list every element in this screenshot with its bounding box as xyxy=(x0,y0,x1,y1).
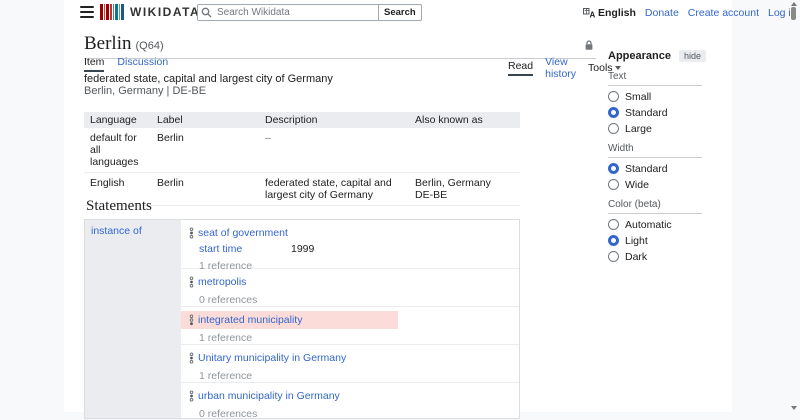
cell-description: federated state, capital and largest cit… xyxy=(259,173,409,206)
language-selector[interactable]: A English xyxy=(583,7,636,19)
references-toggle[interactable]: 0 references xyxy=(199,294,519,306)
statement-row: urban municipality in Germany 0 referenc… xyxy=(181,383,519,420)
property-column: instance of xyxy=(85,220,181,418)
radio-color-dark[interactable]: Dark xyxy=(608,251,702,262)
radio-icon-selected[interactable] xyxy=(608,235,619,246)
wikidata-logo-barcode-icon xyxy=(100,4,125,20)
alias-line: Berlin, Germany xyxy=(415,177,514,189)
statement-row-deprecated: integrated municipality 1 reference xyxy=(181,307,519,345)
appearance-panel: Appearance hide Text Small Standard Larg… xyxy=(608,50,702,262)
statement-value-link[interactable]: metropolis xyxy=(198,276,246,288)
appearance-hide-button[interactable]: hide xyxy=(679,50,706,62)
property-link[interactable]: instance of xyxy=(91,225,142,237)
cell-aliases xyxy=(409,128,520,173)
column-header-language: Language xyxy=(84,112,151,128)
scrollbar-thumb[interactable] xyxy=(791,7,796,20)
table-row: default for all languages Berlin – xyxy=(84,128,520,173)
radio-icon[interactable] xyxy=(608,219,619,230)
statement-row: seat of government start time1999 1 refe… xyxy=(181,220,519,269)
rank-selector-icon[interactable] xyxy=(188,276,195,288)
cell-description: – xyxy=(259,128,409,173)
entity-description: federated state, capital and largest cit… xyxy=(84,73,333,85)
tab-read[interactable]: Read xyxy=(508,60,533,76)
radio-icon[interactable] xyxy=(608,91,619,102)
radio-icon-selected[interactable] xyxy=(608,107,619,118)
radio-icon[interactable] xyxy=(608,179,619,190)
statement-row: metropolis 0 references xyxy=(181,269,519,307)
rank-selector-icon[interactable] xyxy=(188,352,195,364)
claims-column: seat of government start time1999 1 refe… xyxy=(181,220,519,418)
cell-label: Berlin xyxy=(151,173,259,206)
statement-value-link[interactable]: Unitary municipality in Germany xyxy=(198,352,346,364)
radio-width-standard[interactable]: Standard xyxy=(608,163,702,174)
rank-selector-icon[interactable] xyxy=(188,227,195,239)
column-header-also-known-as: Also known as xyxy=(409,112,520,128)
wikidata-logo[interactable]: WIKIDATA xyxy=(100,4,200,20)
donate-link[interactable]: Donate xyxy=(645,7,679,19)
logo-wordmark: WIKIDATA xyxy=(130,5,200,19)
entity-id: (Q64) xyxy=(136,40,164,52)
statement-value-link[interactable]: urban municipality in Germany xyxy=(198,390,340,402)
radio-text-standard[interactable]: Standard xyxy=(608,107,702,118)
page-title: Berlin xyxy=(84,33,132,54)
references-toggle[interactable]: 1 reference xyxy=(199,370,519,382)
section-label-width: Width xyxy=(608,143,702,158)
search-button[interactable]: Search xyxy=(378,4,422,21)
references-toggle[interactable]: 0 references xyxy=(199,408,519,420)
svg-text:A: A xyxy=(590,11,596,19)
radio-text-large[interactable]: Large xyxy=(608,123,702,134)
qualifier-property-link[interactable]: start time xyxy=(199,243,291,255)
qualifier-value: 1999 xyxy=(291,243,314,255)
search-icon xyxy=(201,7,212,21)
radio-icon[interactable] xyxy=(608,251,619,262)
statement-group-instance-of: instance of seat of government start tim… xyxy=(84,219,520,419)
language-label: English xyxy=(598,7,636,19)
rank-selector-icon[interactable] xyxy=(188,390,195,402)
radio-width-wide[interactable]: Wide xyxy=(608,179,702,190)
tab-view-history[interactable]: View history xyxy=(545,56,576,80)
main-menu-icon[interactable] xyxy=(80,6,94,18)
lock-icon xyxy=(584,40,594,54)
scroll-down-arrow-icon[interactable] xyxy=(791,406,797,410)
rank-selector-icon-deprecated[interactable] xyxy=(188,314,195,326)
radio-color-automatic[interactable]: Automatic xyxy=(608,219,702,230)
statements-heading: Statements xyxy=(86,198,152,215)
appearance-title: Appearance xyxy=(608,50,671,62)
radio-text-small[interactable]: Small xyxy=(608,91,702,102)
alias-line: DE-BE xyxy=(415,189,514,201)
tab-item[interactable]: Item xyxy=(84,56,104,72)
statement-value-link[interactable]: integrated municipality xyxy=(198,314,302,326)
scroll-up-arrow-icon[interactable] xyxy=(791,2,797,6)
column-header-description: Description xyxy=(259,112,409,128)
entity-aliases: Berlin, Germany | DE-BE xyxy=(84,85,206,97)
language-icon: A xyxy=(583,8,595,18)
terms-table: Language Label Description Also known as… xyxy=(84,112,520,206)
cell-aliases: Berlin, Germany DE-BE xyxy=(409,173,520,206)
page-canvas: WIKIDATA Search A English Donate Create … xyxy=(64,0,732,412)
radio-icon[interactable] xyxy=(608,123,619,134)
vertical-scrollbar[interactable] xyxy=(790,0,798,412)
cell-language: default for all languages xyxy=(84,128,151,173)
search-input[interactable] xyxy=(197,4,379,21)
cell-label: Berlin xyxy=(151,128,259,173)
radio-color-light[interactable]: Light xyxy=(608,235,702,246)
section-label-color: Color (beta) xyxy=(608,199,702,214)
statement-value-link[interactable]: seat of government xyxy=(198,227,288,239)
tab-discussion[interactable]: Discussion xyxy=(117,56,168,72)
section-label-text: Text xyxy=(608,71,702,86)
column-header-label: Label xyxy=(151,112,259,128)
radio-icon-selected[interactable] xyxy=(608,163,619,174)
terms-table-header-row: Language Label Description Also known as xyxy=(84,112,520,128)
references-toggle[interactable]: 1 reference xyxy=(199,332,519,344)
create-account-link[interactable]: Create account xyxy=(688,7,759,19)
statement-row: Unitary municipality in Germany 1 refere… xyxy=(181,345,519,383)
